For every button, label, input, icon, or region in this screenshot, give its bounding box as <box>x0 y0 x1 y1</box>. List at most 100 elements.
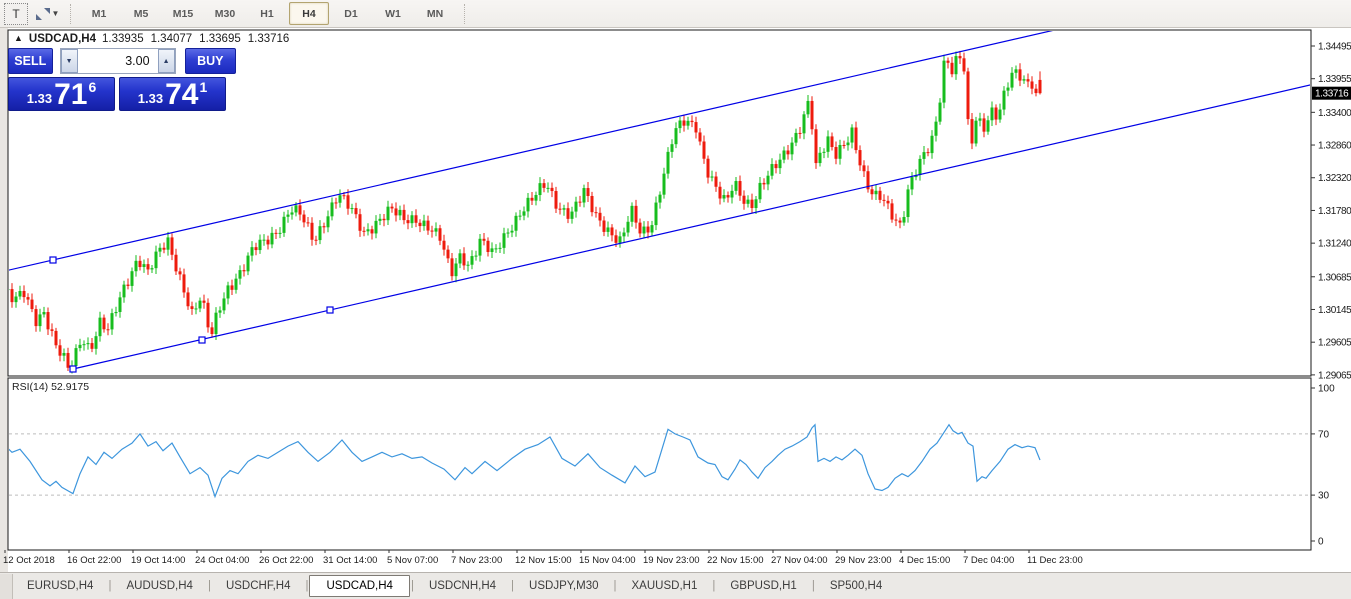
candle-body <box>11 289 14 302</box>
candle-body <box>447 250 450 259</box>
timeframe-button-w1[interactable]: W1 <box>373 2 413 25</box>
candle-body <box>739 181 742 196</box>
candle-body <box>871 189 874 194</box>
candle-body <box>571 212 574 219</box>
candle-body <box>827 136 830 151</box>
date-axis-label: 29 Nov 23:00 <box>835 555 892 566</box>
symbol-tab-eurusd[interactable]: EURUSD,H4 <box>13 576 107 596</box>
candle-body <box>879 191 882 200</box>
candle-body <box>791 143 794 155</box>
candle-body <box>507 233 510 234</box>
channel-handle[interactable] <box>327 307 333 313</box>
candle-body <box>279 233 282 234</box>
candle-body <box>891 203 894 219</box>
symbol-tab-xauusd[interactable]: XAUUSD,H1 <box>618 576 712 596</box>
candle-body <box>355 208 358 214</box>
timeframe-button-h4[interactable]: H4 <box>289 2 329 25</box>
candle-body <box>199 301 202 309</box>
volume-increase-button[interactable]: ▲ <box>158 49 175 73</box>
candle-body <box>367 229 370 231</box>
candle-body <box>303 215 306 223</box>
candle-body <box>451 258 454 276</box>
candle-body <box>659 195 662 203</box>
sell-button[interactable]: SELL <box>8 48 53 74</box>
timeframe-button-d1[interactable]: D1 <box>331 2 371 25</box>
candle-body <box>911 177 914 189</box>
timeframe-button-mn[interactable]: MN <box>415 2 455 25</box>
candle-body <box>775 164 778 168</box>
candle-body <box>39 314 42 326</box>
candle-body <box>251 247 254 255</box>
candle-body <box>847 143 850 146</box>
candle-body <box>31 300 34 309</box>
candle-body <box>999 110 1002 120</box>
candle-body <box>583 188 586 202</box>
candle-body <box>1011 73 1014 88</box>
buy-price-display[interactable]: 1.33 74 1 <box>119 77 226 111</box>
date-axis-label: 19 Oct 14:00 <box>131 555 185 566</box>
candle-body <box>855 127 858 150</box>
candle-body <box>43 312 46 314</box>
text-tool-button[interactable]: T <box>4 3 28 25</box>
candle-body <box>795 133 798 143</box>
symbol-tab-usdcnh[interactable]: USDCNH,H4 <box>415 576 510 596</box>
candle-body <box>187 292 190 306</box>
candle-body <box>803 114 806 133</box>
sell-price-prefix: 1.33 <box>27 91 52 106</box>
sell-price-display[interactable]: 1.33 71 6 <box>8 77 115 111</box>
candle-body <box>559 209 562 210</box>
timeframe-button-m5[interactable]: M5 <box>121 2 161 25</box>
channel-handle[interactable] <box>199 337 205 343</box>
symbol-tab-bar: EURUSD,H4|AUDUSD,H4|USDCHF,H4|USDCAD,H4|… <box>0 572 1351 599</box>
price-axis-label: 1.31240 <box>1318 239 1351 250</box>
candle-body <box>131 271 134 286</box>
price-axis-label: 1.33400 <box>1318 108 1351 119</box>
candle-body <box>383 219 386 220</box>
volume-decrease-button[interactable]: ▼ <box>61 49 78 73</box>
symbol-tab-usdchf[interactable]: USDCHF,H4 <box>212 576 305 596</box>
symbol-tab-usdcad[interactable]: USDCAD,H4 <box>309 575 409 597</box>
candle-body <box>575 202 578 212</box>
volume-input[interactable]: 3.00 <box>78 49 158 73</box>
symbol-tab-gbpusd[interactable]: GBPUSD,H1 <box>716 576 810 596</box>
pointer-tools-button[interactable]: ▼ <box>32 4 62 24</box>
current-price-tag-label: 1.33716 <box>1315 89 1349 100</box>
timeframe-button-m30[interactable]: M30 <box>205 2 245 25</box>
symbol-tab-sp500[interactable]: SP500,H4 <box>816 576 896 596</box>
candle-body <box>427 221 430 231</box>
text-tool-icon: T <box>12 7 19 21</box>
candle-body <box>227 285 230 298</box>
candle-body <box>895 220 898 221</box>
symbol-tab-usdjpy[interactable]: USDJPY,M30 <box>515 576 612 596</box>
candle-body <box>595 212 598 213</box>
candle-body <box>23 291 26 297</box>
timeframe-button-m1[interactable]: M1 <box>79 2 119 25</box>
candle-body <box>475 256 478 257</box>
candle-body <box>907 189 910 217</box>
sell-button-label: SELL <box>14 54 46 68</box>
candle-body <box>35 309 38 326</box>
candle-body <box>491 248 494 252</box>
candle-body <box>547 188 550 189</box>
candle-body <box>287 215 290 217</box>
date-axis-label: 15 Nov 04:00 <box>579 555 636 566</box>
date-axis-label: 4 Dec 15:00 <box>899 555 950 566</box>
channel-handle[interactable] <box>50 257 56 263</box>
buy-button[interactable]: BUY <box>185 48 236 74</box>
candle-body <box>323 226 326 227</box>
collapse-trade-panel-icon[interactable]: ▲ <box>14 33 23 43</box>
symbol-tab-audusd[interactable]: AUDUSD,H4 <box>112 576 206 596</box>
candle-body <box>763 183 766 184</box>
date-axis-label: 22 Nov 15:00 <box>707 555 764 566</box>
channel-handle[interactable] <box>70 366 76 372</box>
candle-body <box>715 176 718 186</box>
candle-body <box>315 240 318 241</box>
candle-body <box>163 248 166 250</box>
timeframe-button-m15[interactable]: M15 <box>163 2 203 25</box>
timeframe-button-h1[interactable]: H1 <box>247 2 287 25</box>
candle-body <box>311 223 314 240</box>
candle-body <box>139 261 142 267</box>
candle-body <box>667 152 670 174</box>
candle-body <box>719 187 722 199</box>
tab-scroll-button[interactable] <box>0 574 13 599</box>
